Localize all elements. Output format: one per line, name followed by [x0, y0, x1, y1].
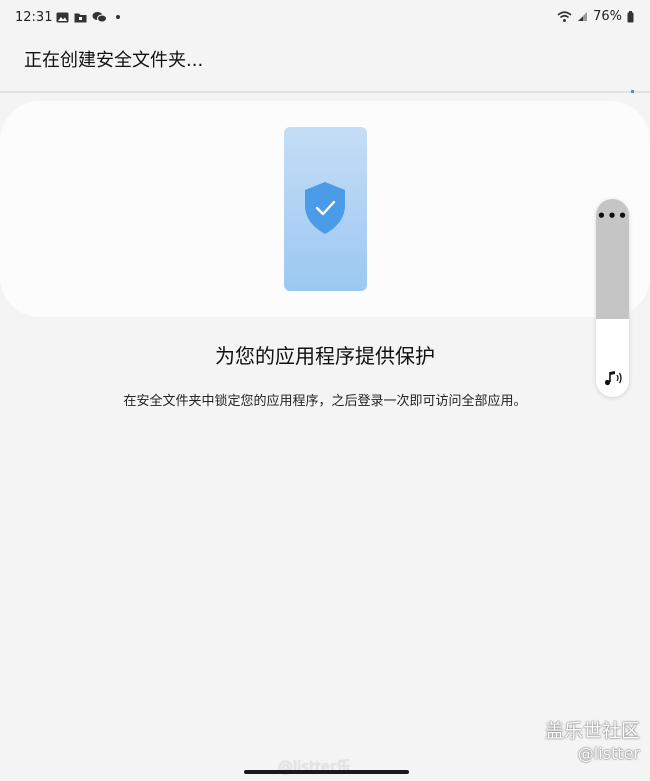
progress-track [0, 91, 650, 93]
watermark-user: @listter [577, 744, 640, 763]
home-indicator[interactable] [244, 770, 409, 774]
floating-edge-panel[interactable]: ••• [596, 199, 629, 397]
watermark-brand: 盖乐世社区 [544, 720, 640, 742]
section-heading: 为您的应用程序提供保护 [215, 344, 435, 368]
status-right-group: 76% [557, 9, 634, 24]
music-note-icon[interactable] [602, 369, 624, 387]
more-options-icon[interactable]: ••• [596, 207, 629, 225]
progress-indicator [631, 90, 634, 93]
wifi-icon [557, 10, 572, 22]
image-icon [56, 12, 69, 22]
status-bar: 12:31 76% [0, 0, 650, 36]
folder-icon [74, 13, 87, 22]
section-description: 在安全文件夹中锁定您的应用程序，之后登录一次即可访问全部应用。 [123, 394, 527, 409]
signal-icon [578, 12, 588, 21]
page-title: 正在创建安全文件夹... [24, 50, 204, 71]
more-notifications-dot [116, 15, 120, 19]
shield-check-icon [305, 182, 345, 234]
battery-icon [627, 10, 634, 22]
battery-percent: 76% [593, 9, 622, 24]
status-time: 12:31 [15, 10, 53, 25]
status-notification-icons [56, 11, 120, 23]
wechat-icon [92, 12, 107, 23]
